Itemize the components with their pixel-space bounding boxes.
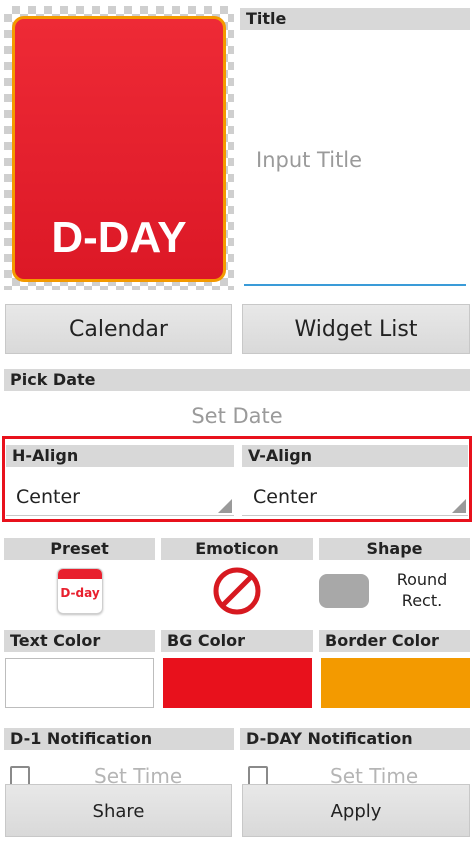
v-align-header: V-Align	[242, 445, 468, 467]
text-color-swatch[interactable]	[5, 658, 154, 708]
widget-preview[interactable]: D-DAY	[12, 16, 226, 282]
shape-round-rect-icon[interactable]	[319, 574, 369, 608]
dday-notification-header: D-DAY Notification	[240, 728, 470, 750]
share-button[interactable]: Share	[5, 784, 232, 837]
title-header: Title	[240, 8, 470, 30]
set-date-field[interactable]: Set Date	[4, 404, 470, 432]
bg-color-header: BG Color	[161, 630, 313, 652]
pick-date-header: Pick Date	[4, 369, 470, 391]
text-color-header: Text Color	[4, 630, 155, 652]
v-align-spinner[interactable]: Center	[242, 476, 468, 516]
v-align-value: Center	[253, 486, 317, 508]
emoticon-header: Emoticon	[161, 538, 313, 560]
h-align-spinner[interactable]: Center	[6, 476, 234, 516]
title-placeholder: Input Title	[256, 148, 363, 172]
h-align-header: H-Align	[6, 445, 234, 467]
preset-icon-text: D-day	[60, 586, 100, 600]
shape-value-line2: Rect.	[401, 591, 443, 610]
widget-list-button[interactable]: Widget List	[242, 304, 470, 354]
h-align-dropdown-icon	[218, 499, 232, 513]
bg-color-swatch[interactable]	[163, 658, 312, 708]
h-align-value: Center	[16, 486, 80, 508]
border-color-swatch[interactable]	[321, 658, 470, 708]
apply-button[interactable]: Apply	[242, 784, 470, 837]
d1-notification-checkbox[interactable]	[10, 766, 30, 786]
title-input[interactable]: Input Title	[244, 34, 466, 286]
border-color-header: Border Color	[319, 630, 470, 652]
widget-preview-text: D-DAY	[51, 213, 187, 262]
preset-icon-top-bar	[58, 569, 102, 579]
shape-value: Round Rect.	[382, 569, 462, 611]
dday-notification-checkbox[interactable]	[248, 766, 268, 786]
no-emoticon-icon[interactable]	[212, 566, 262, 616]
preset-calendar-icon[interactable]: D-day	[57, 568, 103, 614]
shape-value-line1: Round	[396, 570, 448, 589]
d1-notification-header: D-1 Notification	[4, 728, 234, 750]
v-align-dropdown-icon	[452, 499, 466, 513]
preset-header: Preset	[4, 538, 155, 560]
calendar-button[interactable]: Calendar	[5, 304, 232, 354]
shape-header: Shape	[319, 538, 470, 560]
widget-preview-area: D-DAY	[4, 6, 234, 290]
